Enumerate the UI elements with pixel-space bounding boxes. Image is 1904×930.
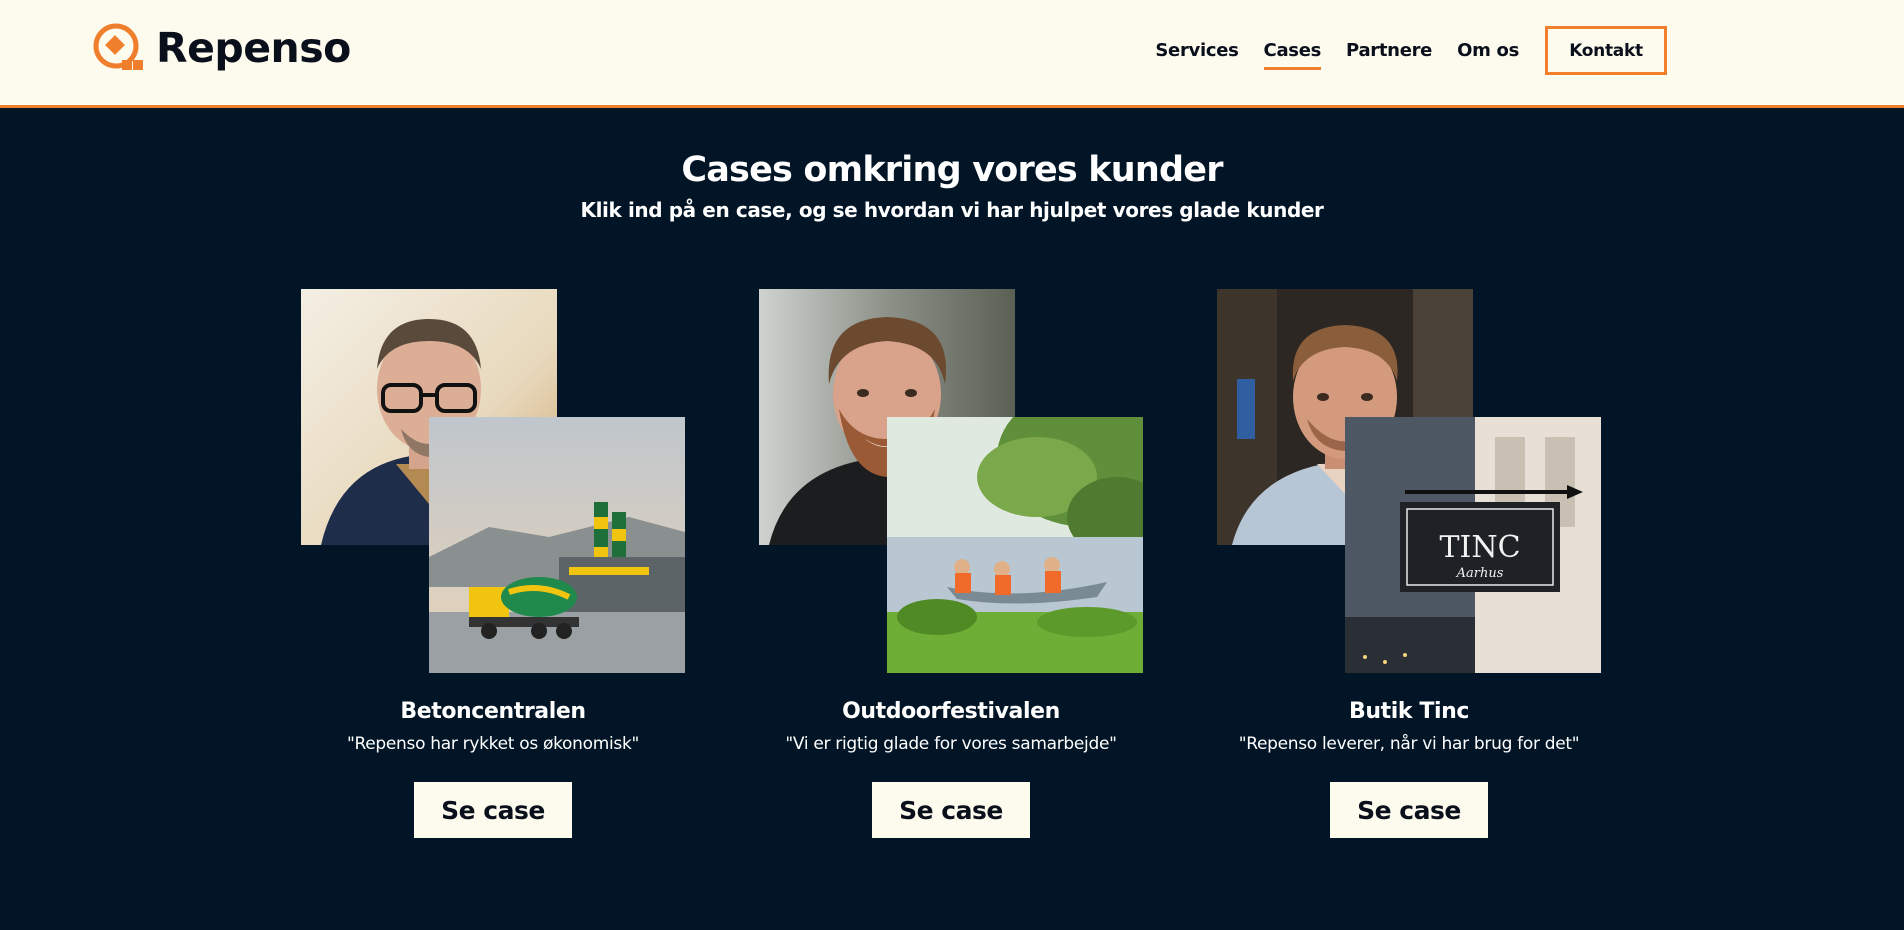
logo[interactable]: Repenso [92, 22, 351, 74]
page-title: Cases omkring vores kunder [681, 150, 1223, 190]
case-quote: "Repenso leverer, når vi har brug for de… [1238, 734, 1580, 754]
nav-item-partnere[interactable]: Partnere [1346, 32, 1432, 70]
case-quote: "Repenso har rykket os økonomisk" [346, 734, 640, 754]
repenso-logo-icon [93, 23, 143, 70]
page-subtitle: Klik ind på en case, og se hvordan vi ha… [580, 198, 1324, 222]
brand-name: Repenso [156, 24, 351, 72]
nav-item-om-os[interactable]: Om os [1457, 32, 1519, 70]
se-case-button[interactable]: Se case [872, 782, 1030, 838]
case-card-betoncentralen: Betoncentralen "Repenso har rykket os øk… [301, 289, 685, 849]
site-header: Repenso Services Cases Partnere Om os Ko… [0, 0, 1904, 108]
se-case-button[interactable]: Se case [414, 782, 572, 838]
shop-sign-subtext: Aarhus [1456, 566, 1504, 581]
nav-item-cases[interactable]: Cases [1263, 32, 1321, 70]
case-card-outdoorfestivalen: Outdoorfestivalen "Vi er rigtig glade fo… [759, 289, 1143, 849]
contact-button[interactable]: Kontakt [1545, 26, 1667, 75]
canoe-lake-photo[interactable] [887, 417, 1143, 673]
case-title: Betoncentralen [400, 699, 586, 724]
case-title: Outdoorfestivalen [842, 699, 1060, 724]
shop-sign-photo[interactable]: TINC Aarhus [1345, 417, 1601, 673]
case-card-butik-tinc: TINC Aarhus Butik Tinc "Repenso leverer,… [1217, 289, 1601, 849]
case-title: Butik Tinc [1348, 699, 1470, 724]
main-nav: Services Cases Partnere Om os Kontakt [1130, 26, 1667, 75]
shop-sign-text: TINC [1439, 530, 1520, 565]
nav-item-services[interactable]: Services [1155, 32, 1238, 70]
se-case-button[interactable]: Se case [1330, 782, 1488, 838]
case-quote: "Vi er rigtig glade for vores samarbejde… [785, 734, 1117, 754]
concrete-plant-photo[interactable] [429, 417, 685, 673]
